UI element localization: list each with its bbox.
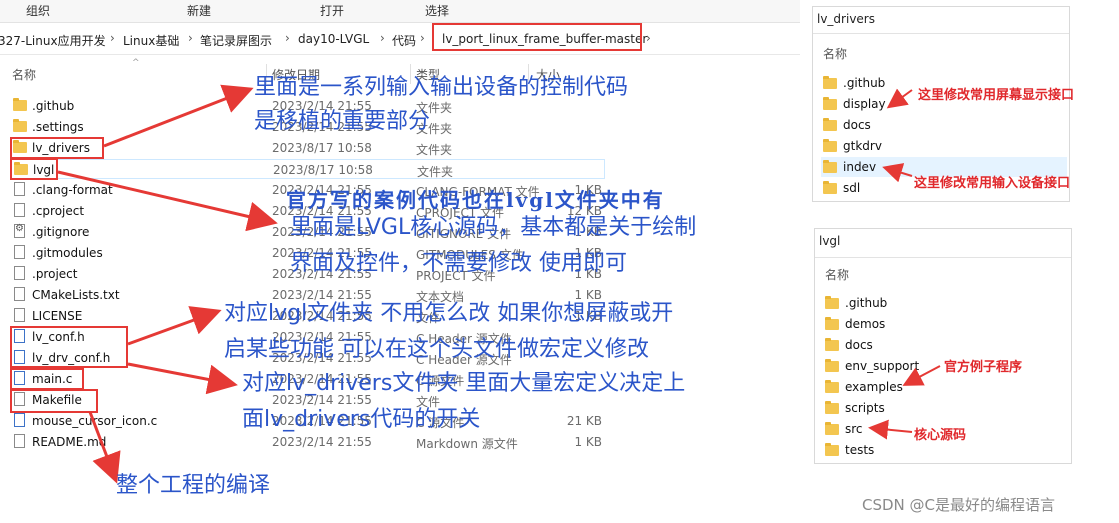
annotation-conf-line1: 对应lvgl文件夹 不用怎么改 如果你想屏蔽或开 [224,301,674,326]
annotation-makefile: 整个工程的编译 [116,473,271,498]
annotation-src: 核心源码 [914,428,967,443]
arrow-conf [127,306,222,346]
watermark: CSDN @C是最好的编程语言 [862,496,1056,514]
annotation-lvgl-line2: 界面及控件，不需要修改 使用即可 [290,251,627,276]
annotation-lvgl-examples: 官方写的案例代码也在lvgl文件夹中有 [286,188,665,212]
annotation-drvconf-line1: 对应lv_drivers文件夹 里面大量宏定义决定上 [242,371,686,396]
annotation-lvgl-line1: 里面是LVGL核心源码，基本都是关于绘制 [290,215,697,240]
annotation-drivers-line2: 是移植的重要部分 [254,109,431,134]
arrow-lvgl [57,170,278,232]
annotation-drivers-line1: 里面是一系列输入输出设备的控制代码 [254,75,629,100]
arrow-examples [902,365,941,386]
arrow-drivers [103,84,254,148]
arrow-makefile [88,411,121,484]
annotation-indev: 这里修改常用输入设备接口 [914,176,1071,191]
annotation-examples: 官方例子程序 [944,360,1023,375]
arrow-drvconf [127,362,238,395]
arrow-display [886,88,913,109]
annotation-drvconf-line2: 面lv_drivers代码的开关 [242,407,481,432]
annotation-conf-line2: 启某些功能 可以在这个头文件做宏定义修改 [224,337,649,362]
annotation-display: 这里修改常用屏幕显示接口 [918,88,1075,103]
arrow-indev [882,163,913,183]
arrow-src [868,419,913,440]
